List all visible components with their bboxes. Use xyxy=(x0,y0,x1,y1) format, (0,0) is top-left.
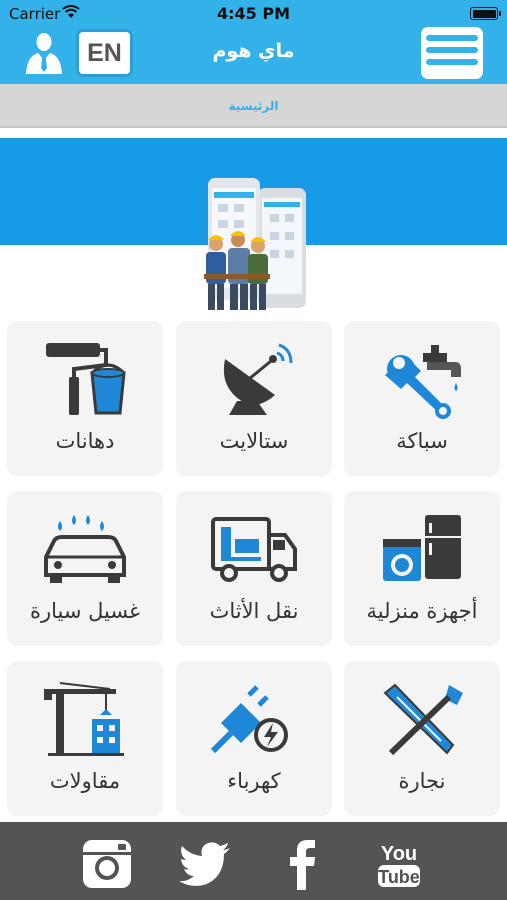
plumbing-icon xyxy=(385,345,461,419)
electric-plug-icon xyxy=(210,685,288,754)
service-label: نقل الأثاث xyxy=(209,599,299,623)
service-tile-carpentry[interactable]: نجارة xyxy=(344,661,500,816)
battery-icon xyxy=(470,7,501,20)
service-tile-appliances[interactable]: أجهزة منزلية xyxy=(344,491,500,646)
breadcrumb: الرئيسية xyxy=(0,84,507,128)
service-label: سباكة xyxy=(396,429,448,453)
twitter-icon[interactable] xyxy=(178,838,232,890)
language-button[interactable]: EN xyxy=(76,29,133,77)
svg-text:You: You xyxy=(381,843,417,865)
status-bar: Carrier 4:45 PM xyxy=(0,0,507,28)
youtube-icon[interactable]: You Tube xyxy=(372,838,426,890)
social-footer: You Tube xyxy=(0,822,507,900)
service-tile-electricity[interactable]: كهرباء xyxy=(176,661,332,816)
instagram-icon[interactable] xyxy=(80,838,134,890)
service-label: نجارة xyxy=(398,769,446,793)
service-label: ستالايت xyxy=(219,429,289,453)
construction-crane-icon xyxy=(44,682,124,756)
menu-icon-bar xyxy=(426,47,478,53)
service-label: دهانات xyxy=(55,429,115,453)
service-label: غسيل سيارة xyxy=(29,599,141,623)
service-tile-car-wash[interactable]: غسيل سيارة xyxy=(7,491,163,646)
carpentry-tools-icon xyxy=(383,683,463,756)
service-tile-painting[interactable]: دهانات xyxy=(7,321,163,476)
promo-banner xyxy=(0,138,507,313)
service-label: كهرباء xyxy=(227,769,281,793)
svg-text:Tube: Tube xyxy=(378,867,420,887)
satellite-dish-icon xyxy=(223,343,293,415)
service-tile-plumbing[interactable]: سباكة xyxy=(344,321,500,476)
facebook-icon[interactable] xyxy=(276,838,330,890)
home-appliances-icon xyxy=(383,515,461,581)
car-wash-icon xyxy=(44,515,126,583)
paint-roller-icon xyxy=(46,343,126,415)
menu-icon xyxy=(426,35,478,41)
top-bar: Carrier 4:45 PM EN ماي هوم xyxy=(0,0,507,84)
service-label: أجهزة منزلية xyxy=(366,599,478,623)
app-title: ماي هوم xyxy=(212,40,295,62)
service-tile-moving[interactable]: نقل الأثاث xyxy=(176,491,332,646)
menu-button[interactable] xyxy=(421,27,483,79)
service-tile-contracting[interactable]: مقاولات xyxy=(7,661,163,816)
breadcrumb-home-link[interactable]: الرئيسية xyxy=(229,99,279,113)
moving-truck-icon xyxy=(211,517,297,582)
menu-icon-bar xyxy=(426,59,478,65)
clock: 4:45 PM xyxy=(216,4,290,23)
service-label: مقاولات xyxy=(49,769,121,793)
workers-phones-illustration xyxy=(204,178,306,310)
service-tile-satellite[interactable]: ستالايت xyxy=(176,321,332,476)
app-screen: Carrier 4:45 PM EN ماي هوم الرئيسية سباك… xyxy=(0,0,507,900)
services-grid: سباكة ستالايت دهانات أجهزة منزلية نقل ال… xyxy=(7,321,500,816)
user-profile-icon[interactable] xyxy=(24,30,64,74)
